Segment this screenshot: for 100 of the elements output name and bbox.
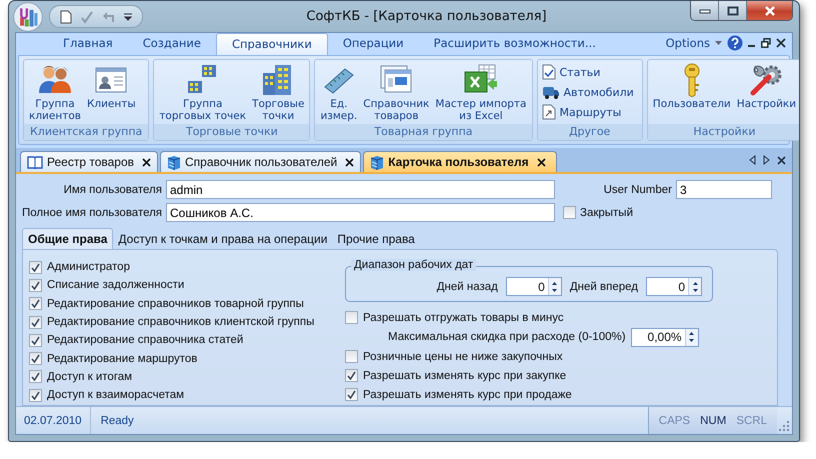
field-label: Имя пользователя [62,184,162,196]
tab[interactable]: Общие права [22,228,114,249]
ribbon-button[interactable]: Статьи [542,64,634,80]
group-title: Настройки [648,124,799,140]
help-icon[interactable] [727,35,743,51]
status-indicator: SCRL [736,414,767,426]
ribbon-tab[interactable]: Расширить возможности... [418,33,611,55]
document-arrow-icon [542,104,556,120]
tab[interactable]: Доступ к точкам и права на операции [113,229,332,249]
days-back-spinner[interactable]: 0 [506,277,562,296]
user-name-field[interactable]: admin [166,180,555,199]
ribbon-tab[interactable]: Главная [48,33,128,55]
checkbox[interactable] [29,297,42,310]
scroll-left-icon[interactable] [749,155,756,165]
ribbon-tab[interactable]: Операции [328,33,419,55]
ribbon-tab[interactable]: Справочники [216,33,328,55]
group-title: Товарная группа [315,124,532,140]
scroll-right-icon[interactable] [763,155,770,165]
customize-caret-icon[interactable] [124,12,132,20]
resize-grip-icon[interactable] [779,421,789,431]
database-icon [167,154,181,170]
group-title: Торговые точки [154,124,310,140]
close-button[interactable] [747,1,792,20]
checkbox[interactable] [345,350,358,363]
field-label: Максимальная скидка при расходе (0-100%) [388,331,626,343]
minimize-icon [698,8,710,14]
checkbox[interactable] [29,316,42,329]
checkbox[interactable] [345,311,358,324]
close-icon[interactable] [536,158,546,166]
minimize-button[interactable] [691,1,719,20]
checkbox[interactable] [29,260,42,274]
contact-card-icon [95,65,128,95]
checkbox-label: Редактирование справочников товарной группы [47,298,304,310]
status-indicator: NUM [700,414,726,426]
status-indicator: CAPS [658,414,690,426]
ribbon-button[interactable]: Автомобили [542,84,634,100]
ribbon-button[interactable]: Группа клиентов [26,60,84,124]
close-icon[interactable] [776,38,786,48]
tab[interactable]: Прочие права [332,229,420,249]
app-logo-icon[interactable] [13,2,43,32]
checkbox-label: Разрешать изменять курс при закупке [363,370,566,382]
maximize-icon [726,6,738,16]
checkbox-label: Редактирование справочника статей [47,334,244,346]
checkbox[interactable] [345,388,358,401]
restore-icon[interactable] [761,38,771,48]
spinner-arrows-icon[interactable] [690,280,700,294]
options-menu[interactable]: Options [666,36,710,50]
ribbon-button[interactable]: Пользователи [650,60,734,124]
checkbox-label: Редактирование справочников клиентской группы [47,316,314,328]
checkbox[interactable] [29,388,42,402]
ribbon-button[interactable]: Мастер импорта из Excel [432,60,530,124]
spinner-arrows-icon[interactable] [550,280,560,294]
checkbox[interactable] [563,206,576,219]
spinner-arrows-icon[interactable] [687,330,696,344]
ribbon-button[interactable]: Маршруты [542,104,634,120]
checkbox-label: Доступ к итогам [47,370,132,383]
close-icon[interactable] [142,158,151,166]
document-tab[interactable]: Справочник пользователей [160,151,362,172]
ribbon-button[interactable]: Торговые точки [249,60,308,124]
field-label: Дней назад [436,280,498,292]
days-forward-spinner[interactable]: 0 [646,277,702,296]
checkbox[interactable] [345,369,358,382]
maximize-button[interactable] [719,1,747,20]
document-tab[interactable]: Реестр товаров [20,151,158,172]
checkbox[interactable] [29,278,42,292]
group-title: Другое [538,124,642,140]
checkbox-label: Администратор [47,261,130,274]
ribbon-button[interactable]: Справочник товаров [360,60,432,124]
people-icon [38,65,72,95]
new-document-icon[interactable] [60,10,72,24]
group-title: Диапазон рабочих дат [351,259,476,271]
document-tab[interactable]: Карточка пользователя [363,151,557,172]
close-icon[interactable] [777,156,786,164]
ribbon-button[interactable]: Клиенты [84,60,139,124]
checkbox[interactable] [29,334,42,347]
checkbox-label: Розничные цены не ниже закупочных [363,350,563,362]
window-title: СофтКБ - [Карточка пользователя] [305,9,548,24]
ribbon-button[interactable]: Группа торговых точек [156,60,250,124]
status-date: 02.07.2010 [16,407,91,434]
close-icon[interactable] [345,158,354,166]
checkbox-label: Редактирование маршрутов [47,352,198,365]
checkbox-label: Закрытый [580,206,633,218]
user-number-field[interactable]: 3 [676,180,772,199]
book-icon [27,156,43,168]
checkbox[interactable] [29,370,42,384]
ribbon-button[interactable]: Настройки [734,60,799,124]
full-name-field[interactable]: Сошников А.С. [166,203,555,222]
truck-icon [542,84,560,100]
status-text: Ready [100,414,134,426]
checkbox-label: Доступ к взаиморасчетам [47,389,184,402]
field-label: User Number [604,184,672,196]
wrench-gear-icon [749,63,784,97]
checkbox-label: Разрешать отгружать товары в минус [363,312,564,324]
ribbon-tab[interactable]: Создание [128,33,216,55]
ribbon-button[interactable]: Ед. измер. [317,60,360,124]
discount-spinner[interactable]: 0,00% [630,328,699,346]
checkmark-icon[interactable] [80,10,94,24]
caret-icon[interactable] [715,40,722,46]
checkbox-label: Разрешать изменять курс при продаже [363,388,572,400]
checkbox[interactable] [29,352,42,366]
